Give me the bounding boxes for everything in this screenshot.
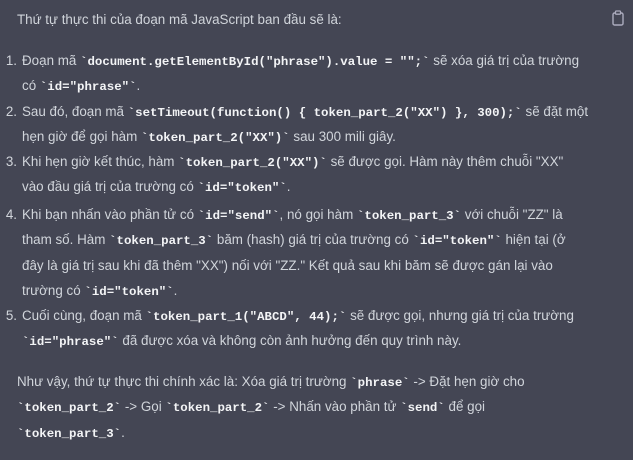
text: sẽ được gọi, nhưng giá trị của trường <box>346 308 574 323</box>
text: . <box>286 179 291 194</box>
text: tham số. Hàm <box>22 232 110 247</box>
text: trường có <box>22 283 85 298</box>
text: . <box>136 78 141 93</box>
inline-code: `token_part_2("XX")` <box>140 131 290 145</box>
inline-code: `setTimeout(function() { token_part_2("X… <box>127 106 522 120</box>
list-line: `id="phrase"` đã được xóa và không còn ả… <box>22 333 461 349</box>
text: sẽ đặt một <box>521 104 589 119</box>
inline-code: `id="token"` <box>197 181 287 195</box>
text: sẽ được gọi. Hàm này thêm chuỗi "XX" <box>326 154 564 169</box>
inline-code: `send` <box>400 401 445 415</box>
list-number: 1. <box>5 53 17 68</box>
list-line: vào đầu giá trị của trường có `id="token… <box>22 179 291 195</box>
text: , nó gọi hàm <box>279 207 357 222</box>
text: có <box>22 78 40 93</box>
assistant-message: Thứ tự thực thi của đoạn mã JavaScript b… <box>0 0 633 460</box>
text: để gọi <box>444 399 486 414</box>
text: với chuỗi "ZZ" là <box>461 207 563 222</box>
text: Như vậy, thứ tự thực thi chính xác là: X… <box>17 374 351 389</box>
intro-text: Thứ tự thực thi của đoạn mã JavaScript b… <box>17 12 342 27</box>
inline-code: `id="token"` <box>84 285 174 299</box>
inline-code: `id="phrase"` <box>22 335 119 349</box>
text: . <box>121 425 125 440</box>
clipboard-icon <box>612 10 624 26</box>
list-number: 3. <box>5 154 17 169</box>
summary-line: Như vậy, thứ tự thực thi chính xác là: X… <box>17 374 525 390</box>
text: -> Đặt hẹn giờ cho <box>409 374 525 389</box>
list-number: 4. <box>5 207 17 222</box>
text: . <box>173 283 178 298</box>
copy-button[interactable] <box>611 10 625 26</box>
text: vào đầu giá trị của trường có <box>22 179 198 194</box>
text: Sau đó, đoạn mã <box>22 104 128 119</box>
inline-code: `token_part_2` <box>17 401 122 415</box>
text: Đoạn mã <box>22 53 81 68</box>
text: sau 300 mili giây. <box>289 129 396 144</box>
list-number: 2. <box>5 104 17 119</box>
summary-line: `token_part_3`. <box>17 425 125 441</box>
text: hẹn giờ để gọi hàm <box>22 129 141 144</box>
list-line: Cuối cùng, đoạn mã `token_part_1("ABCD",… <box>22 308 574 324</box>
list-line: Đoạn mã `document.getElementById("phrase… <box>22 53 579 69</box>
inline-code: `phrase` <box>350 376 410 390</box>
inline-code: `token_part_1("ABCD", 44);` <box>145 310 347 324</box>
text: -> Nhấn vào phần tử <box>269 399 401 414</box>
list-line: Khi hẹn giờ kết thúc, hàm `token_part_2(… <box>22 154 563 170</box>
text: hiện tại (ở <box>501 232 566 247</box>
inline-code: `id="token"` <box>412 234 502 248</box>
inline-code: `token_part_2("XX")` <box>178 156 327 170</box>
inline-code: `id="send"` <box>197 209 280 223</box>
summary-line: `token_part_2` -> Gọi `token_part_2` -> … <box>17 399 485 415</box>
inline-code: `token_part_3` <box>109 234 214 248</box>
list-line: Sau đó, đoạn mã `setTimeout(function() {… <box>22 104 588 120</box>
text: đây là giá trị sau khi đã thêm "XX") nối… <box>22 258 553 273</box>
list-line: hẹn giờ để gọi hàm `token_part_2("XX")` … <box>22 129 396 145</box>
text: băm (hash) giá trị của trường có <box>213 232 413 247</box>
text: Cuối cùng, đoạn mã <box>22 308 146 323</box>
list-line: đây là giá trị sau khi đã thêm "XX") nối… <box>22 258 553 273</box>
inline-code: `token_part_3` <box>17 427 122 441</box>
text: Khi bạn nhấn vào phần tử có <box>22 207 198 222</box>
text: sẽ xóa giá trị của trường <box>429 53 580 68</box>
inline-code: `token_part_2` <box>165 401 270 415</box>
list-line: tham số. Hàm `token_part_3` băm (hash) g… <box>22 232 566 248</box>
inline-code: `id="phrase"` <box>39 80 137 94</box>
list-number: 5. <box>5 308 17 323</box>
list-line: trường có `id="token"`. <box>22 283 177 299</box>
inline-code: `token_part_3` <box>356 209 462 223</box>
text: -> Gọi <box>121 399 166 414</box>
list-line: Khi bạn nhấn vào phần tử có `id="send"`,… <box>22 207 563 223</box>
text: đã được xóa và không còn ảnh hưởng đến q… <box>118 333 462 348</box>
inline-code: `document.getElementById("phrase").value… <box>80 55 430 69</box>
list-line: có `id="phrase"`. <box>22 78 140 94</box>
text: Khi hẹn giờ kết thúc, hàm <box>22 154 179 169</box>
